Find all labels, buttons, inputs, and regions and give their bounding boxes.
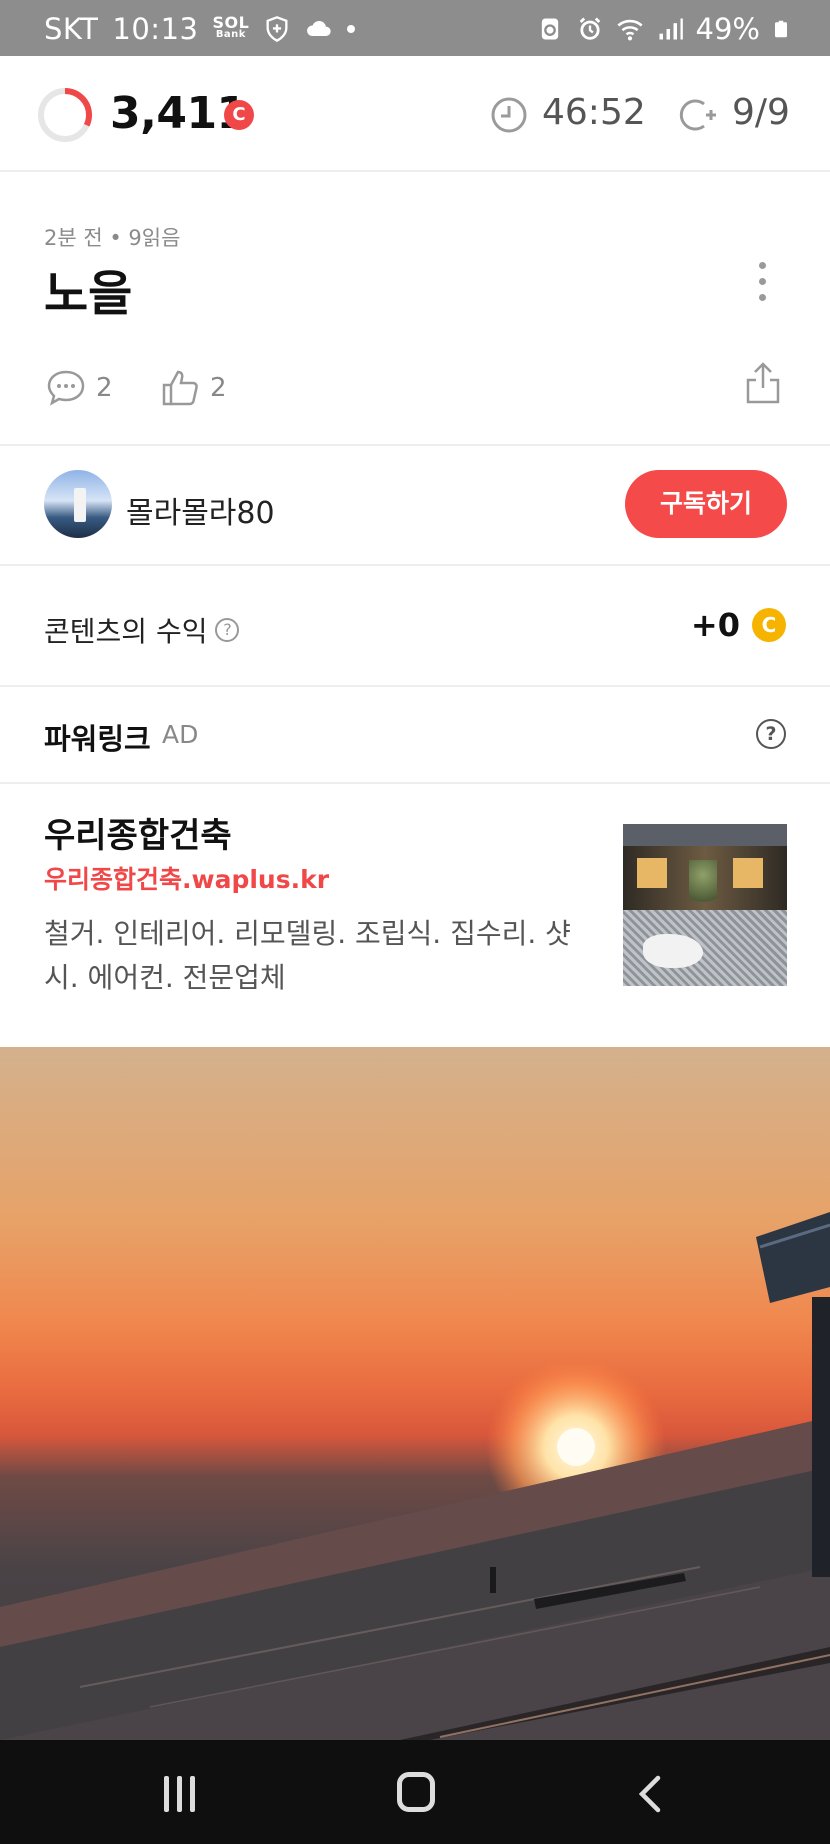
reactions-row: 2 2 — [0, 358, 830, 442]
divider — [0, 685, 830, 687]
share-icon[interactable] — [742, 360, 784, 406]
powerlink-help-icon[interactable]: ? — [756, 719, 786, 749]
back-icon[interactable] — [636, 1774, 664, 1814]
divider — [0, 444, 830, 446]
earnings-label: 콘텐츠의 수익 — [44, 615, 208, 648]
timer-value: 46:52 — [542, 92, 646, 133]
divider — [0, 782, 830, 784]
more-options-icon[interactable] — [752, 262, 772, 306]
cloud-icon — [307, 20, 331, 36]
battery-icon — [775, 20, 787, 38]
coin-icon: C — [752, 608, 786, 642]
comment-button[interactable]: 2 — [44, 366, 113, 410]
comment-count: 2 — [96, 373, 113, 403]
home-icon[interactable] — [397, 1772, 435, 1812]
recycle-icon — [541, 18, 558, 40]
dot-icon — [347, 25, 356, 33]
ad-description: 철거. 인테리어. 리모델링. 조립식. 집수리. 샷시. 에어컨. 전문업체 — [44, 917, 571, 994]
earnings-help-icon[interactable]: ? — [215, 618, 240, 642]
like-button[interactable]: 2 — [158, 366, 227, 410]
clock-icon — [491, 97, 527, 133]
ad-url[interactable]: 우리종합건축.waplus.kr — [44, 860, 329, 896]
subscribe-button[interactable]: 구독하기 — [625, 470, 787, 538]
ad-thumbnail[interactable] — [623, 824, 787, 986]
system-nav-bar — [0, 1740, 830, 1844]
points-bar: 3,411 C 46:52 9/9 — [0, 56, 830, 172]
bank-label-bottom: Bank — [215, 29, 246, 40]
recent-apps-icon[interactable] — [164, 1776, 204, 1812]
author-name[interactable]: 몰라몰라80 — [126, 488, 275, 532]
coin-badge: C — [224, 100, 254, 130]
signal-icon — [659, 18, 683, 40]
ad-name[interactable]: 우리종합건축 — [44, 808, 232, 857]
post-meta: 2분 전 • 9읽음 — [44, 226, 181, 250]
author-avatar[interactable] — [44, 470, 112, 538]
wifi-icon — [617, 19, 643, 41]
earnings-row: 콘텐츠의 수익 ? — [44, 610, 240, 650]
alarm-icon — [579, 17, 600, 40]
powerlink-title: 파워링크 — [44, 722, 151, 756]
like-count: 2 — [210, 373, 227, 403]
bank-app-icon: SOL Bank — [212, 13, 250, 41]
battery-percent: 49% — [695, 12, 760, 46]
coin-plus-icon — [679, 99, 716, 131]
progress-ring-icon[interactable] — [36, 86, 94, 144]
thumbs-up-icon — [162, 370, 198, 406]
carrier-label: SKT — [44, 12, 99, 46]
sunset-image — [0, 1212, 830, 1740]
shield-icon — [266, 16, 288, 42]
ad-label: AD — [162, 720, 199, 749]
status-bar: SKT 10:13 SOL Bank 49% — [0, 0, 830, 56]
status-right: 49% — [536, 12, 790, 46]
earnings-value: +0 — [690, 606, 740, 644]
status-left: SKT 10:13 SOL Bank — [44, 12, 356, 46]
comment-icon — [47, 370, 85, 406]
post-title: 노을 — [44, 266, 133, 322]
post-photo[interactable] — [0, 1047, 830, 1740]
bank-label-top: SOL — [212, 13, 250, 32]
reward-count: 9/9 — [732, 92, 790, 133]
status-time: 10:13 — [112, 12, 199, 46]
divider — [0, 564, 830, 566]
